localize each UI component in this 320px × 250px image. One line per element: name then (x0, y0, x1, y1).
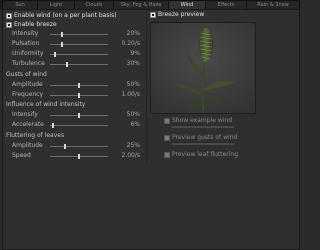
tab-light[interactable]: Light (37, 0, 75, 9)
breeze-preview-viewport (150, 22, 256, 114)
breeze-intensity-slider[interactable] (50, 32, 108, 37)
gusts-frequency-slider[interactable] (50, 93, 108, 98)
gusts-amplitude-value[interactable]: 50% (127, 81, 140, 89)
gusts-frequency-label: Frequency (12, 91, 43, 98)
preview-gusts-line (172, 142, 234, 145)
gusts-amplitude-row: Amplitude 50% (6, 81, 140, 89)
tab-sun[interactable]: Sun (2, 0, 38, 9)
breeze-turbulence-thumb[interactable] (66, 62, 69, 67)
influence-accelerate-value[interactable]: 6% (130, 121, 140, 129)
breeze-intensity-label: Intensity (12, 30, 39, 37)
breeze-uniformity-slider[interactable] (50, 52, 108, 57)
tab-sky-fog-haze[interactable]: Sky, Fog & Haze (113, 0, 169, 9)
gusts-amplitude-thumb[interactable] (78, 83, 80, 88)
breeze-pulsation-value[interactable]: 0.20/s (121, 40, 140, 48)
gusts-frequency-value[interactable]: 1.00/s (121, 91, 140, 99)
influence-intensify-thumb[interactable] (78, 113, 80, 118)
enable-wind-row[interactable]: Enable wind (on a per plant basis) (6, 12, 140, 20)
enable-wind-checkbox[interactable] (6, 13, 12, 19)
flutter-speed-value[interactable]: 2.00/s (121, 152, 140, 160)
preview-leaf-label: Preview leaf fluttering (172, 151, 239, 158)
show-example-wind-label: Show example wind (172, 117, 233, 124)
tab-rain-snow[interactable]: Rain & Snow (246, 0, 300, 9)
gusts-frequency-thumb[interactable] (78, 93, 80, 98)
show-example-wind-checkbox[interactable] (164, 118, 170, 124)
breeze-turbulence-value[interactable]: 30% (127, 60, 140, 68)
enable-breeze-checkbox[interactable] (6, 22, 12, 28)
breeze-preview-checkbox[interactable] (150, 12, 156, 18)
flutter-amplitude-thumb[interactable] (63, 144, 66, 149)
breeze-pulsation-thumb[interactable] (60, 42, 63, 47)
preview-leaf-checkbox[interactable] (164, 152, 170, 158)
influence-header: Influence of wind intensity (6, 101, 86, 108)
breeze-preview-header[interactable]: Breeze preview (150, 11, 294, 19)
gusts-header: Gusts of wind (6, 71, 47, 78)
preview-gusts-checkbox[interactable] (164, 135, 170, 141)
flutter-amplitude-row: Amplitude 25% (6, 142, 140, 150)
enable-breeze-label: Enable breeze (14, 21, 57, 28)
breeze-pulsation-label: Pulsation (12, 40, 40, 47)
tab-wind[interactable]: Wind (168, 0, 206, 9)
flutter-header-row: Fluttering of leaves (6, 132, 140, 140)
breeze-intensity-value[interactable]: 20% (127, 30, 140, 38)
breeze-turbulence-slider[interactable] (50, 62, 108, 67)
flutter-speed-slider[interactable] (50, 154, 108, 159)
breeze-turbulence-row: Turbulence 30% (6, 60, 140, 68)
panel-divider (146, 12, 147, 162)
flutter-speed-row: Speed 2.00/s (6, 152, 140, 160)
gusts-amplitude-slider[interactable] (50, 83, 108, 88)
breeze-turbulence-label: Turbulence (12, 60, 45, 67)
gusts-header-row: Gusts of wind (6, 71, 140, 79)
breeze-uniformity-thumb[interactable] (54, 52, 57, 57)
flutter-amplitude-value[interactable]: 25% (127, 142, 140, 150)
breeze-pulsation-row: Pulsation 0.20/s (6, 40, 140, 48)
influence-accelerate-thumb[interactable] (52, 123, 55, 128)
influence-accelerate-slider[interactable] (50, 123, 108, 128)
gusts-amplitude-label: Amplitude (12, 81, 43, 88)
show-example-wind-line (172, 125, 234, 128)
influence-header-row: Influence of wind intensity (6, 101, 140, 109)
influence-intensify-label: Intensify (12, 111, 38, 118)
influence-accelerate-row: Accelerate 6% (6, 121, 140, 129)
breeze-pulsation-slider[interactable] (50, 42, 108, 47)
gusts-frequency-row: Frequency 1.00/s (6, 91, 140, 99)
breeze-uniformity-value[interactable]: 9% (130, 50, 140, 58)
tab-bar: Sun Light Clouds Sky, Fog & Haze Wind Ef… (0, 0, 300, 9)
enable-breeze-row[interactable]: Enable breeze (6, 21, 140, 29)
flutter-amplitude-label: Amplitude (12, 142, 43, 149)
breeze-uniformity-label: Uniformity (12, 50, 44, 57)
flutter-amplitude-slider[interactable] (50, 144, 108, 149)
flutter-speed-label: Speed (12, 152, 31, 159)
breeze-intensity-row: Intensity 20% (6, 30, 140, 38)
preview-gusts-label: Preview gusts of wind (172, 134, 238, 141)
enable-wind-label: Enable wind (on a per plant basis) (14, 12, 117, 19)
influence-accelerate-label: Accelerate (12, 121, 44, 128)
flutter-speed-thumb[interactable] (78, 154, 80, 159)
influence-intensify-slider[interactable] (50, 113, 108, 118)
plant-preview-icon (151, 23, 255, 113)
breeze-uniformity-row: Uniformity 9% (6, 50, 140, 58)
influence-intensify-value[interactable]: 50% (127, 111, 140, 119)
breeze-intensity-thumb[interactable] (60, 32, 63, 37)
breeze-preview-label: Breeze preview (158, 11, 205, 18)
flutter-header: Fluttering of leaves (6, 132, 65, 139)
influence-intensify-row: Intensify 50% (6, 111, 140, 119)
tab-effects[interactable]: Effects (205, 0, 247, 9)
tab-clouds[interactable]: Clouds (74, 0, 114, 9)
